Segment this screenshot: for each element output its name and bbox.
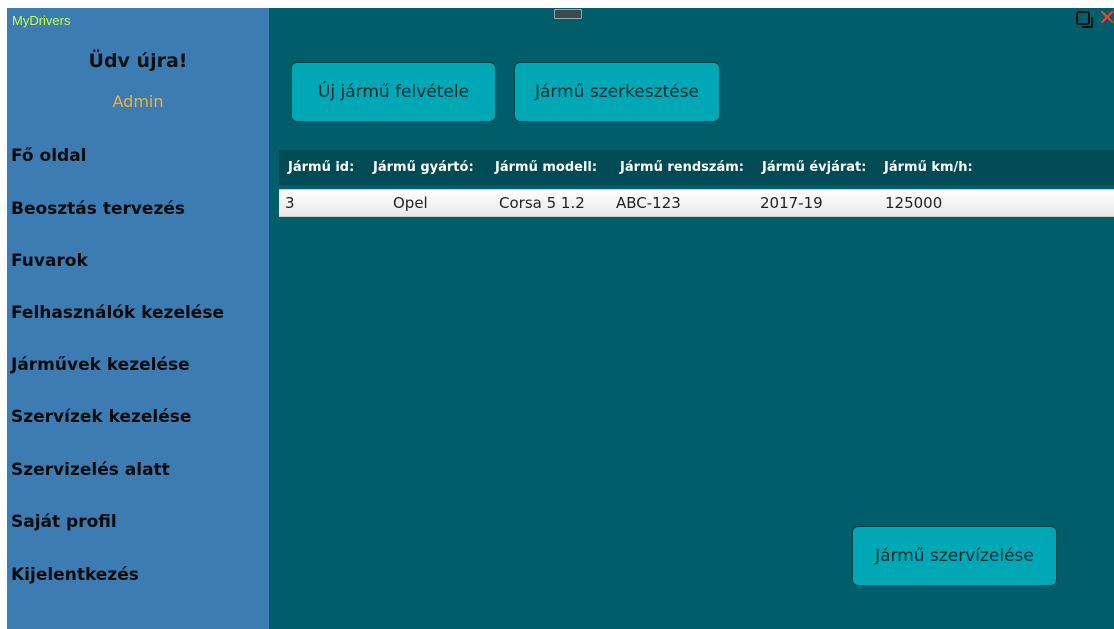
column-header-plate[interactable]: Jármű rendszám:	[620, 160, 744, 175]
nav-item-home[interactable]: Fő oldal	[11, 146, 87, 166]
welcome-text: Üdv újra!	[88, 50, 188, 72]
nav-item-profile[interactable]: Saját profil	[11, 512, 117, 532]
edit-vehicle-button[interactable]: Jármű szerkesztése	[514, 62, 720, 122]
service-vehicle-button[interactable]: Jármű szervízelése	[852, 526, 1057, 586]
nav-item-under-service[interactable]: Szervizelés alatt	[11, 460, 170, 480]
app-title: MyDrivers	[12, 13, 71, 28]
username-label: Admin	[112, 92, 164, 111]
nav-item-services[interactable]: Szervízek kezelése	[11, 407, 191, 427]
nav-item-users[interactable]: Felhasználók kezelése	[11, 303, 224, 323]
add-vehicle-button[interactable]: Új jármű felvétele	[291, 62, 496, 122]
column-header-manufacturer[interactable]: Jármű gyártó:	[373, 160, 474, 175]
cell-manufacturer: Opel	[393, 194, 428, 212]
cell-km: 125000	[885, 194, 943, 212]
cell-plate: ABC-123	[616, 194, 681, 212]
table-header: Jármű id: Jármű gyártó: Jármű modell: Já…	[279, 150, 1114, 185]
table-row[interactable]: 3 Opel Corsa 5 1.2 ABC-123 2017-19 12500…	[279, 189, 1114, 217]
cell-model: Corsa 5 1.2	[499, 194, 585, 212]
nav-item-logout[interactable]: Kijelentkezés	[11, 565, 139, 585]
nav-item-transports[interactable]: Fuvarok	[11, 251, 88, 271]
column-header-year[interactable]: Jármű évjárat:	[762, 160, 866, 175]
nav-item-vehicles[interactable]: Járművek kezelése	[11, 355, 190, 375]
cell-id: 3	[285, 194, 295, 212]
column-header-km[interactable]: Jármű km/h:	[884, 160, 973, 175]
nav-item-schedule[interactable]: Beosztás tervezés	[11, 199, 185, 219]
drag-handle-icon[interactable]	[554, 9, 582, 19]
app-window: MyDrivers Üdv újra! Admin Fő oldal Beosz…	[7, 8, 1114, 629]
sidebar: MyDrivers Üdv újra! Admin Fő oldal Beosz…	[7, 8, 269, 629]
column-header-id[interactable]: Jármű id:	[288, 160, 354, 175]
restore-icon[interactable]	[1076, 11, 1093, 28]
column-header-model[interactable]: Jármű modell:	[495, 160, 597, 175]
cell-year: 2017-19	[760, 194, 823, 212]
close-icon[interactable]: ✕	[1098, 8, 1114, 30]
